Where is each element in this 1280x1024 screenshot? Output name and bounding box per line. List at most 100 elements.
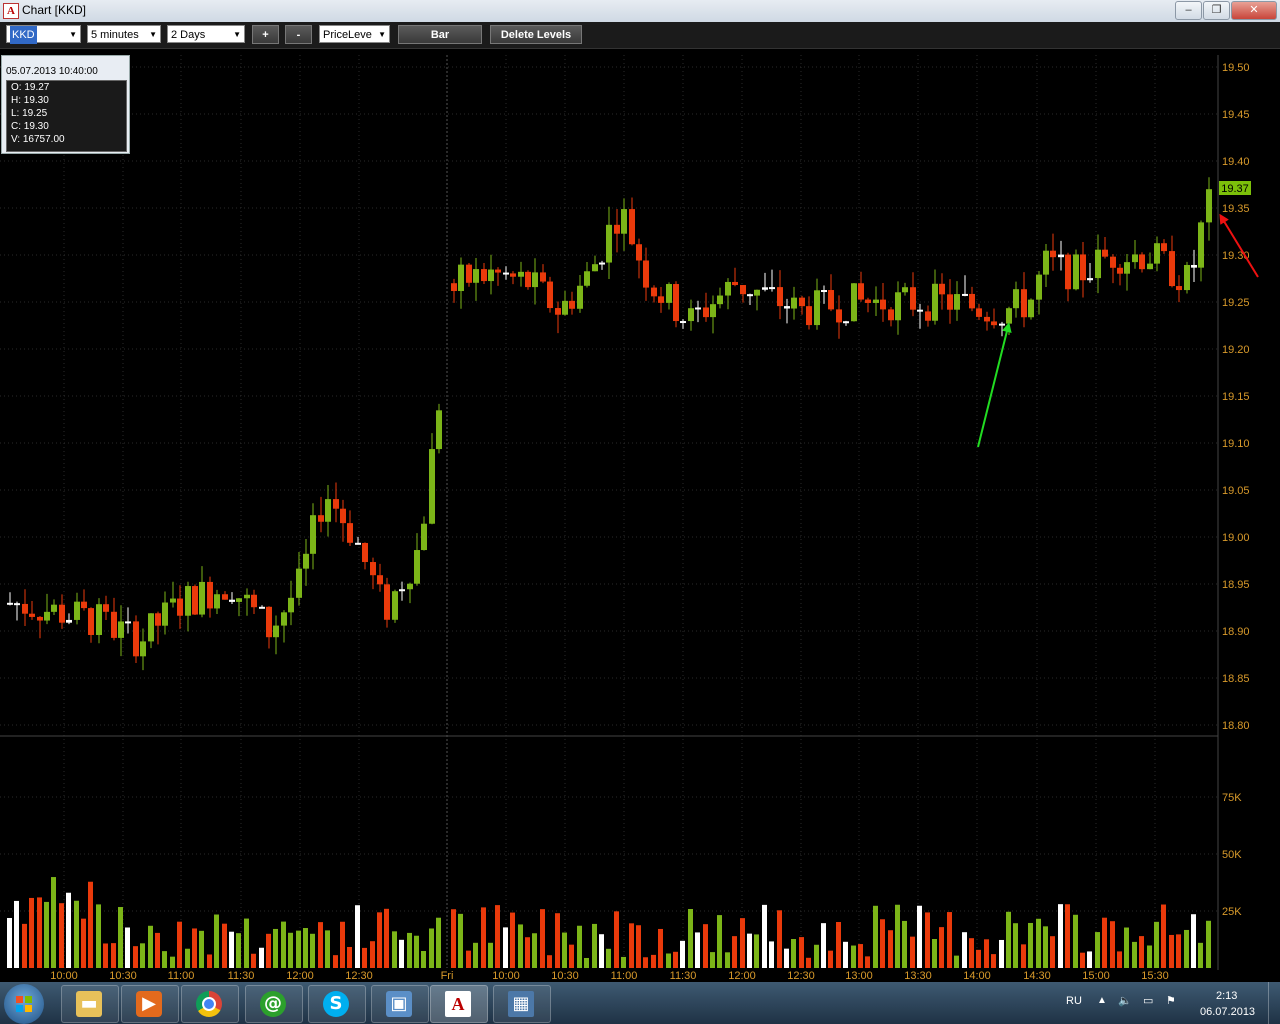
volume-bar: [999, 939, 1004, 968]
language-indicator[interactable]: RU: [1066, 995, 1082, 1007]
network-icon[interactable]: ▭: [1143, 994, 1153, 1007]
candle-body: [355, 542, 361, 545]
volume-axis: 75K 50K 25K: [1222, 792, 1242, 918]
candle-body: [22, 603, 28, 614]
maximize-button[interactable]: ❐: [1203, 1, 1230, 20]
folder-icon[interactable]: ▬: [61, 985, 119, 1023]
mail-agent-icon[interactable]: @: [245, 985, 303, 1023]
time-tick-label: 12:30: [787, 970, 815, 982]
level-type-value: PriceLeve: [323, 29, 372, 41]
candle-body: [717, 295, 723, 305]
candle-body: [51, 604, 57, 612]
level-type-select[interactable]: PriceLeve ▼: [319, 25, 390, 43]
candle-body: [473, 269, 479, 283]
window-title: Chart [KKD]: [22, 3, 87, 17]
candle-body: [333, 499, 339, 509]
volume-bar: [222, 923, 227, 968]
candle-body: [1191, 264, 1197, 268]
candle-body: [636, 244, 642, 261]
media-player-icon[interactable]: ▶: [121, 985, 179, 1023]
candle-body: [1176, 286, 1182, 291]
tray-expand-icon[interactable]: ▲: [1097, 995, 1107, 1006]
volume-bar: [1206, 920, 1211, 968]
zoom-out-button[interactable]: -: [285, 25, 312, 44]
volume-bar: [22, 923, 27, 968]
candle-body: [155, 613, 161, 626]
chart-app-icon[interactable]: A: [430, 985, 488, 1023]
chart-grid: [0, 55, 1218, 968]
delete-levels-button[interactable]: Delete Levels: [490, 25, 582, 44]
candle-body: [74, 601, 80, 620]
candle-body: [1169, 251, 1175, 287]
volume-icon[interactable]: 🔈: [1118, 994, 1132, 1007]
candle-body: [732, 281, 738, 286]
clock-time[interactable]: 2:13: [1216, 990, 1237, 1002]
window-app-icon[interactable]: ▦: [493, 985, 551, 1023]
volume-bar: [392, 931, 397, 968]
price-tick-label: 19.10: [1222, 438, 1250, 450]
volume-tick-label: 50K: [1222, 849, 1242, 861]
volume-bar: [762, 904, 767, 968]
chart-type-button[interactable]: Bar: [398, 25, 482, 44]
candle-body: [858, 283, 864, 300]
volume-bar: [1191, 914, 1196, 968]
price-tick-label: 18.95: [1222, 579, 1250, 591]
skype-icon[interactable]: S: [308, 985, 366, 1023]
time-tick-label: 12:30: [345, 970, 373, 982]
close-button[interactable]: ✕: [1231, 1, 1277, 20]
candle-body: [140, 641, 146, 657]
chart-area[interactable]: 19.50 19.45 19.40 19.35 19.30 19.25 19.20 19.15…: [0, 49, 1280, 982]
start-button[interactable]: [4, 984, 44, 1024]
candle-body: [555, 308, 561, 315]
candle-body: [1161, 243, 1167, 252]
info-volume: V: 16757.00: [11, 134, 65, 145]
show-desktop-button[interactable]: [1268, 982, 1280, 1024]
candle-body: [999, 323, 1005, 326]
current-price-tag: 19.37: [1219, 181, 1251, 195]
action-center-icon[interactable]: ⚑: [1166, 994, 1176, 1007]
volume-bar: [799, 937, 804, 968]
volume-bar: [540, 909, 545, 968]
volume-bar: [525, 937, 530, 968]
range-value: 2 Days: [171, 29, 206, 41]
volume-bar: [377, 912, 382, 968]
price-chart[interactable]: 19.5019.4519.4019.3519.3019.2519.2019.15…: [0, 49, 1280, 982]
interval-select[interactable]: 5 minutes ▼: [87, 25, 161, 43]
time-tick-label: 10:30: [109, 970, 137, 982]
candle-body: [1073, 254, 1079, 290]
volume-bar: [680, 940, 685, 968]
chrome-icon[interactable]: [181, 985, 239, 1023]
candle-body: [347, 523, 353, 543]
candle-body: [1110, 256, 1116, 268]
volume-bar: [140, 943, 145, 968]
volume-bar: [1102, 917, 1107, 968]
candle-body: [407, 583, 413, 590]
symbol-value: KKD: [10, 26, 37, 44]
candle-body: [1198, 222, 1204, 268]
candle-body: [88, 608, 94, 635]
zoom-in-button[interactable]: +: [252, 25, 279, 44]
volume-bar: [695, 932, 700, 968]
volume-bar: [984, 939, 989, 968]
candle-body: [1036, 274, 1042, 300]
clock-date[interactable]: 06.07.2013: [1200, 1006, 1255, 1018]
minimize-button[interactable]: –: [1175, 1, 1202, 20]
volume-bar: [96, 904, 101, 968]
candle-body: [1013, 289, 1019, 309]
candle-body: [259, 606, 265, 609]
symbol-select[interactable]: KKD ▼: [6, 25, 81, 44]
volume-bar: [1124, 927, 1129, 968]
candle-body: [229, 599, 235, 602]
volume-bar: [1080, 952, 1085, 968]
candle-body: [1117, 267, 1123, 274]
volume-bar: [636, 925, 641, 968]
app-icon: A: [3, 3, 19, 19]
volume-bar: [503, 927, 508, 968]
picture-viewer-icon[interactable]: ▣: [371, 985, 429, 1023]
volume-bar: [148, 925, 153, 968]
volume-bar: [880, 919, 885, 968]
time-tick-label: 11:00: [611, 970, 638, 982]
candle-body: [170, 598, 176, 603]
range-select[interactable]: 2 Days ▼: [167, 25, 245, 43]
volume-bar: [703, 924, 708, 968]
